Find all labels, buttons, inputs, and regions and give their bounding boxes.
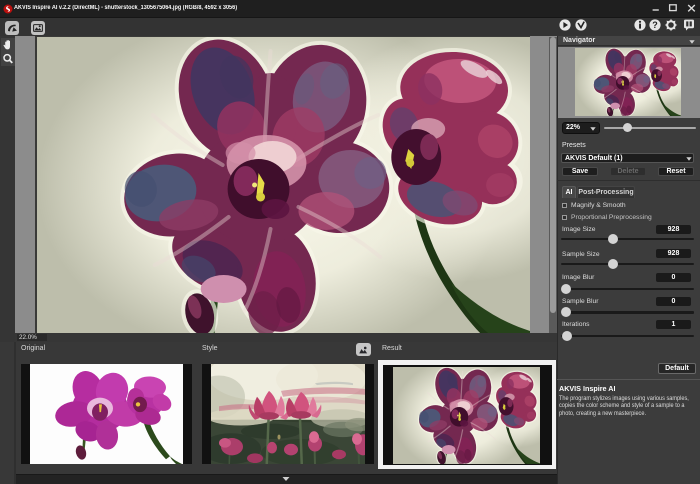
svg-text:?: ?	[652, 20, 658, 30]
